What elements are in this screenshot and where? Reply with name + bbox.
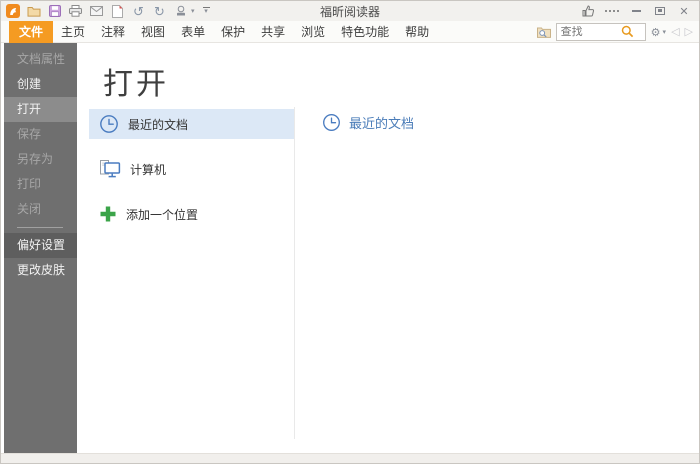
sidebar-item-preferences[interactable]: 偏好设置 — [4, 233, 77, 258]
computer-icon — [99, 159, 121, 179]
tab-view[interactable]: 视图 — [133, 21, 173, 43]
sidebar-item-change-skin[interactable]: 更改皮肤 — [4, 258, 77, 283]
undo-icon[interactable]: ↺ — [131, 4, 146, 19]
backstage-sidebar: 文档属性 创建 打开 保存 另存为 打印 关闭 偏好设置 更改皮肤 — [4, 43, 77, 454]
clock-icon — [99, 114, 119, 134]
recent-header-label: 最近的文档 — [349, 116, 415, 131]
tab-file[interactable]: 文件 — [9, 20, 54, 43]
save-icon[interactable] — [47, 4, 62, 19]
recent-documents-header: 最近的文档 — [322, 113, 414, 132]
search-magnifier-icon[interactable] — [621, 25, 634, 38]
place-add-location[interactable]: 添加一个位置 — [89, 199, 294, 229]
search-settings-gear-icon[interactable]: ⚙ — [651, 23, 661, 41]
sidebar-item-close: 关闭 — [17, 202, 42, 216]
tab-share[interactable]: 共享 — [253, 21, 293, 43]
maximize-button[interactable] — [653, 4, 667, 18]
document-attachment-icon[interactable] — [110, 4, 125, 19]
place-label: 计算机 — [130, 162, 167, 177]
print-icon[interactable] — [68, 4, 83, 19]
minimize-button[interactable] — [629, 4, 643, 18]
tab-protect[interactable]: 保护 — [213, 21, 253, 43]
sidebar-item-print: 打印 — [17, 177, 42, 191]
page-title: 打开 — [103, 67, 169, 102]
plus-icon — [99, 205, 117, 223]
tab-help[interactable]: 帮助 — [397, 21, 437, 43]
place-computer[interactable]: 计算机 — [89, 154, 294, 184]
customize-toolbar-icon[interactable]: ▾ — [202, 7, 210, 15]
stamp-tool-caret-icon[interactable]: ▾ — [191, 7, 195, 15]
menu-bar: 文件 主页 注释 视图 表单 保护 共享 浏览 特色功能 帮助 ⚙ ▾ ◁ ▷ — [1, 20, 699, 43]
foxit-logo-icon[interactable] — [5, 4, 20, 19]
place-recent-documents[interactable]: 最近的文档 — [89, 109, 294, 139]
window-controls: ✕ — [581, 4, 695, 18]
tab-home[interactable]: 主页 — [53, 21, 93, 43]
tab-comment[interactable]: 注释 — [93, 21, 133, 43]
tab-browse[interactable]: 浏览 — [293, 21, 333, 43]
close-button[interactable]: ✕ — [677, 4, 691, 18]
find-in-folder-icon[interactable] — [536, 26, 551, 38]
open-folder-icon[interactable] — [26, 4, 41, 19]
find-previous-icon[interactable]: ◁ — [671, 25, 679, 38]
sidebar-item-save-as: 另存为 — [17, 152, 54, 166]
email-icon[interactable] — [89, 4, 104, 19]
title-bar: ↺ ↻ ▾ ▾ 福昕阅读器 ✕ — [1, 1, 699, 21]
search-input[interactable] — [560, 25, 621, 38]
app-window: ↺ ↻ ▾ ▾ 福昕阅读器 ✕ 文件 主页 注释 视图 表单 保护 共享 浏览 … — [0, 0, 700, 464]
search-box — [555, 22, 646, 41]
pane-divider — [294, 107, 295, 439]
search-settings-caret-icon[interactable]: ▾ — [663, 28, 667, 36]
search-area: ⚙ ▾ ◁ ▷ — [536, 22, 699, 41]
stamp-tool-icon[interactable] — [173, 4, 188, 19]
sidebar-divider — [17, 227, 63, 228]
sidebar-item-create[interactable]: 创建 — [4, 72, 77, 97]
tab-form[interactable]: 表单 — [173, 21, 213, 43]
clock-icon — [322, 113, 341, 132]
layout-grid-icon[interactable] — [605, 4, 619, 18]
sidebar-item-properties: 文档属性 — [17, 52, 66, 66]
place-label: 添加一个位置 — [126, 207, 199, 222]
thumbs-up-icon[interactable] — [581, 4, 595, 18]
place-label: 最近的文档 — [128, 117, 189, 132]
quick-access-toolbar: ↺ ↻ ▾ ▾ — [5, 4, 210, 19]
sidebar-item-open[interactable]: 打开 — [4, 97, 77, 122]
redo-icon[interactable]: ↻ — [152, 4, 167, 19]
tab-features[interactable]: 特色功能 — [333, 21, 397, 43]
sidebar-item-save: 保存 — [17, 127, 42, 141]
window-bottom-border — [1, 453, 699, 463]
find-next-icon[interactable]: ▷ — [685, 25, 693, 38]
